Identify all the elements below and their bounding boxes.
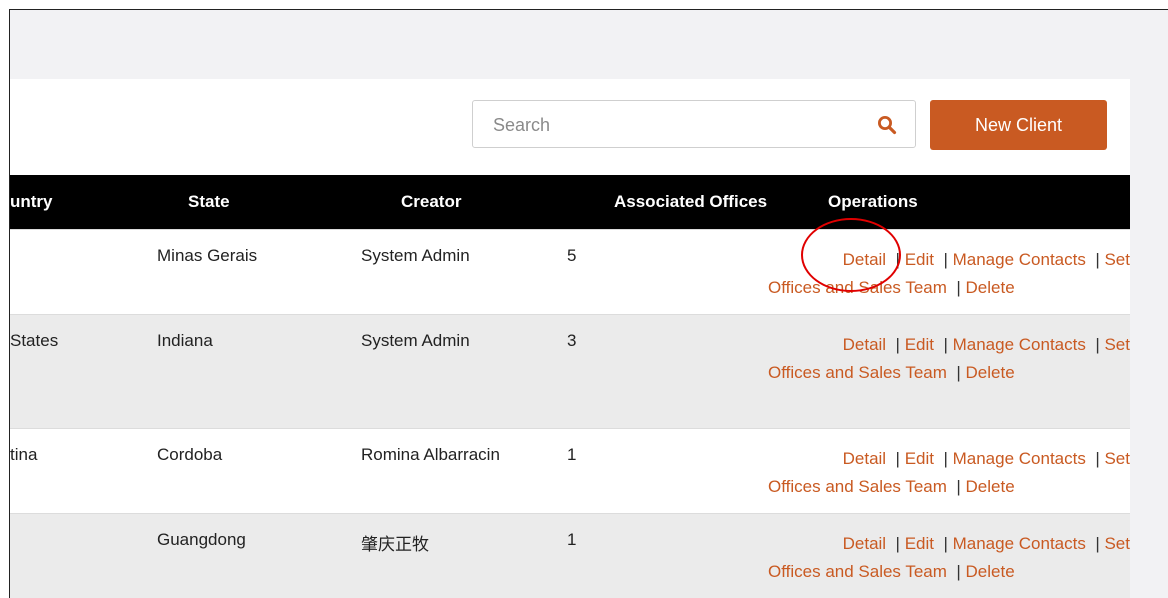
detail-link[interactable]: Detail [843, 250, 886, 269]
separator: | [943, 335, 948, 354]
state-cell: Indiana [157, 331, 213, 350]
creator-cell: 肇庆正牧 [361, 535, 429, 554]
set-offices-sales-team-link[interactable]: Set [1104, 335, 1130, 354]
delete-link[interactable]: Delete [966, 363, 1015, 382]
search-input[interactable] [491, 101, 865, 149]
manage-contacts-link[interactable]: Manage Contacts [953, 534, 1086, 553]
column-header-creator[interactable]: Creator [401, 175, 461, 229]
column-header-associated-offices[interactable]: Associated Offices [614, 175, 767, 229]
creator-cell: System Admin [361, 331, 470, 350]
column-header-state[interactable]: State [188, 175, 230, 229]
search-icon[interactable] [877, 115, 897, 135]
separator: | [956, 477, 961, 496]
separator: | [1095, 250, 1100, 269]
set-offices-sales-team-link[interactable]: Set [1104, 449, 1130, 468]
new-client-button[interactable]: New Client [930, 100, 1107, 150]
manage-contacts-link[interactable]: Manage Contacts [953, 335, 1086, 354]
table-header: untry State Creator Associated Offices O… [10, 175, 1130, 229]
manage-contacts-link[interactable]: Manage Contacts [953, 250, 1086, 269]
separator: | [895, 449, 900, 468]
set-offices-sales-team-link[interactable]: Set [1104, 534, 1130, 553]
country-cell: States [10, 331, 59, 350]
detail-link[interactable]: Detail [843, 449, 886, 468]
delete-link[interactable]: Delete [966, 278, 1015, 297]
separator: | [1095, 449, 1100, 468]
set-offices-sales-team-link[interactable]: Offices and Sales Team [768, 477, 947, 496]
separator: | [943, 250, 948, 269]
separator: | [1095, 534, 1100, 553]
separator: | [943, 534, 948, 553]
separator: | [956, 562, 961, 581]
separator: | [943, 449, 948, 468]
separator: | [895, 335, 900, 354]
creator-cell: System Admin [361, 246, 470, 265]
table-row: States Indiana System Admin 3 Detail | E… [10, 314, 1130, 428]
set-offices-sales-team-link[interactable]: Set [1104, 250, 1130, 269]
separator: | [895, 250, 900, 269]
separator: | [1095, 335, 1100, 354]
column-header-country[interactable]: untry [10, 175, 53, 229]
state-cell: Cordoba [157, 445, 223, 464]
state-cell: Guangdong [157, 530, 246, 549]
manage-contacts-link[interactable]: Manage Contacts [953, 449, 1086, 468]
edit-link[interactable]: Edit [905, 335, 934, 354]
table-row: Minas Gerais System Admin 5 Detail | Edi… [10, 229, 1130, 314]
edit-link[interactable]: Edit [905, 449, 934, 468]
offices-cell: 3 [567, 331, 577, 350]
set-offices-sales-team-link[interactable]: Offices and Sales Team [768, 363, 947, 382]
offices-cell: 5 [567, 246, 577, 265]
separator: | [956, 363, 961, 382]
clients-panel: New Client untry State Creator Associate… [10, 79, 1130, 598]
detail-link[interactable]: Detail [843, 534, 886, 553]
search-box[interactable] [472, 100, 916, 149]
edit-link[interactable]: Edit [905, 250, 934, 269]
edit-link[interactable]: Edit [905, 534, 934, 553]
detail-link[interactable]: Detail [843, 335, 886, 354]
column-header-operations: Operations [828, 192, 918, 211]
country-cell: tina [10, 445, 38, 464]
delete-link[interactable]: Delete [966, 477, 1015, 496]
set-offices-sales-team-link[interactable]: Offices and Sales Team [768, 278, 947, 297]
offices-cell: 1 [567, 445, 577, 464]
creator-cell: Romina Albarracin [361, 445, 500, 464]
state-cell: Minas Gerais [157, 246, 258, 265]
offices-cell: 1 [567, 530, 577, 549]
set-offices-sales-team-link[interactable]: Offices and Sales Team [768, 562, 947, 581]
app-frame: New Client untry State Creator Associate… [9, 9, 1168, 598]
delete-link[interactable]: Delete [966, 562, 1015, 581]
separator: | [956, 278, 961, 297]
table-row: Guangdong 肇庆正牧 1 Detail | Edit | Manage … [10, 513, 1130, 598]
separator: | [895, 534, 900, 553]
table-row: tina Cordoba Romina Albarracin 1 Detail … [10, 428, 1130, 513]
